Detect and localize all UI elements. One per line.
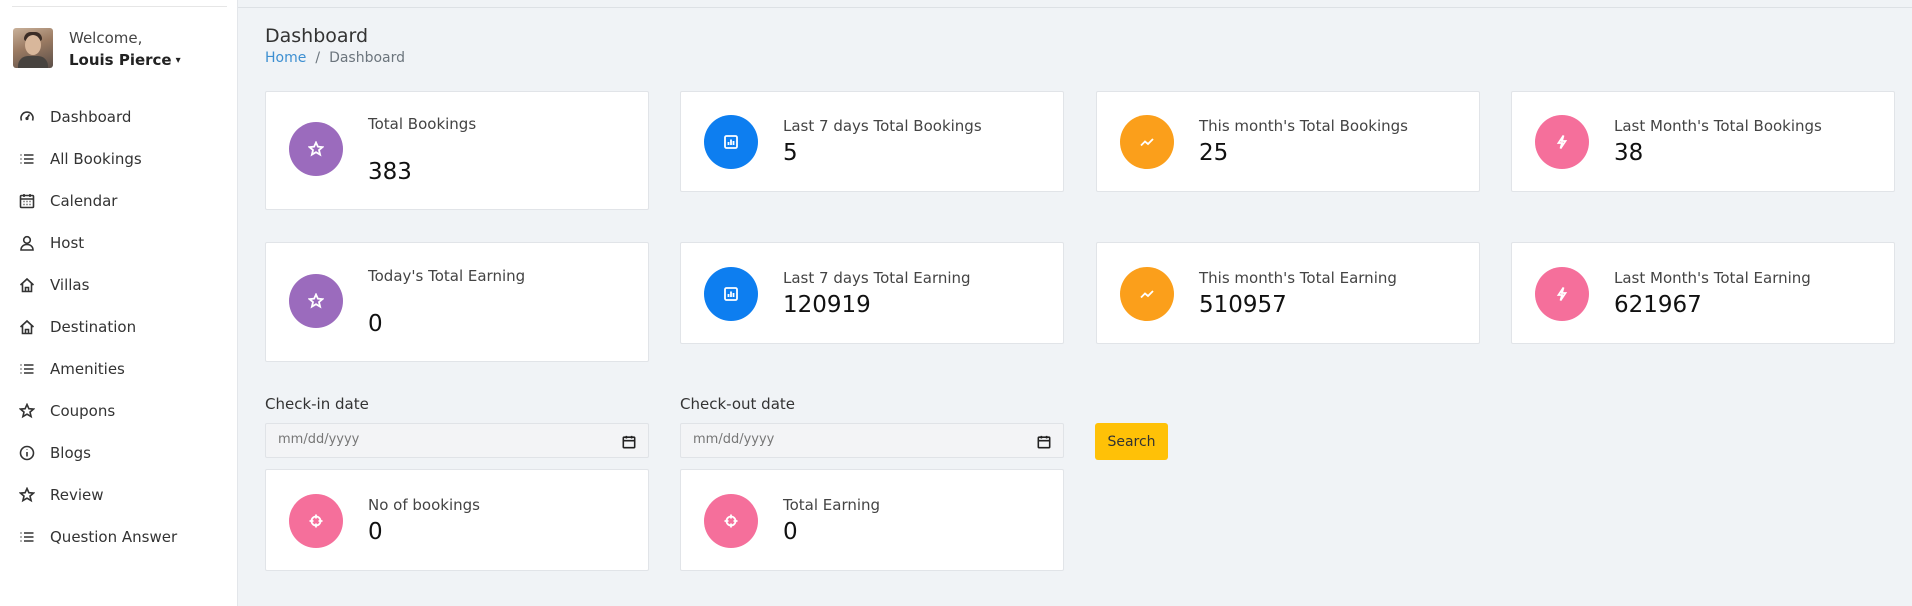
stat-value: 0 — [368, 311, 383, 337]
stat-label: Last Month's Total Bookings — [1614, 117, 1822, 135]
result-label: Total Earning — [783, 496, 881, 514]
stat-label: This month's Total Earning — [1199, 269, 1397, 287]
stat-card-lastmonth-bookings: Last Month's Total Bookings 38 — [1511, 91, 1895, 192]
stat-card-last7-bookings: Last 7 days Total Bookings 5 — [680, 91, 1064, 192]
checkout-placeholder: mm/dd/yyyy — [693, 432, 775, 447]
sidebar-item-label: Host — [50, 234, 85, 252]
sidebar-item-question-answer[interactable]: Question Answer — [0, 516, 238, 558]
welcome-text: Welcome, — [69, 29, 143, 47]
stat-label: Last 7 days Total Bookings — [783, 117, 982, 135]
sidebar-item-blogs[interactable]: Blogs — [0, 432, 238, 474]
sidebar-item-dashboard[interactable]: Dashboard — [0, 96, 238, 138]
star-icon — [289, 274, 343, 328]
bolt-icon — [1535, 267, 1589, 321]
bar-chart-icon — [704, 267, 758, 321]
sidebar-item-coupons[interactable]: Coupons — [0, 390, 238, 432]
stat-label: Last 7 days Total Earning — [783, 269, 971, 287]
checkout-label: Check-out date — [680, 395, 795, 413]
stat-label: Last Month's Total Earning — [1614, 269, 1811, 287]
star-icon — [19, 403, 35, 419]
result-value: 0 — [783, 519, 798, 545]
stat-card-last7-earning: Last 7 days Total Earning 120919 — [680, 242, 1064, 344]
star-icon — [19, 487, 35, 503]
sidebar-item-label: Blogs — [50, 444, 91, 462]
stat-value: 120919 — [783, 292, 871, 318]
checkin-label: Check-in date — [265, 395, 369, 413]
result-label: No of bookings — [368, 496, 480, 514]
sidebar-item-label: Review — [50, 486, 104, 504]
sidebar-item-label: Calendar — [50, 192, 118, 210]
sidebar-item-label: All Bookings — [50, 150, 142, 168]
list-icon — [19, 151, 35, 167]
checkout-date-input[interactable]: mm/dd/yyyy — [680, 423, 1064, 458]
sidebar-item-amenities[interactable]: Amenities — [0, 348, 238, 390]
bar-chart-icon — [704, 115, 758, 169]
result-value: 0 — [368, 519, 383, 545]
crosshair-icon — [289, 494, 343, 548]
calendar-icon[interactable] — [1037, 434, 1051, 449]
topbar-divider — [238, 7, 1912, 8]
sidebar-item-review[interactable]: Review — [0, 474, 238, 516]
search-button[interactable]: Search — [1095, 423, 1168, 460]
list-icon — [19, 361, 35, 377]
stat-label: Total Bookings — [368, 115, 477, 133]
stat-label: This month's Total Bookings — [1199, 117, 1408, 135]
stat-value: 621967 — [1614, 292, 1702, 318]
list-icon — [19, 529, 35, 545]
sidebar-item-label: Amenities — [50, 360, 125, 378]
sidebar-item-host[interactable]: Host — [0, 222, 238, 264]
stat-label: Today's Total Earning — [368, 267, 526, 285]
stat-card-total-bookings: Total Bookings 383 — [265, 91, 649, 210]
breadcrumb-home-link[interactable]: Home — [265, 50, 306, 66]
breadcrumb-separator: / — [315, 50, 321, 66]
page-title: Dashboard — [265, 25, 369, 47]
user-name: Louis Pierce — [69, 51, 172, 69]
home-icon — [19, 277, 35, 293]
divider — [12, 6, 227, 7]
stat-value: 38 — [1614, 140, 1644, 166]
stat-value: 5 — [783, 140, 798, 166]
crosshair-icon — [704, 494, 758, 548]
stat-card-lastmonth-earning: Last Month's Total Earning 621967 — [1511, 242, 1895, 344]
breadcrumb: Home / Dashboard — [265, 50, 405, 66]
bolt-icon — [1535, 115, 1589, 169]
checkin-placeholder: mm/dd/yyyy — [278, 432, 360, 447]
sidebar-item-label: Question Answer — [50, 528, 178, 546]
caret-down-icon: ▾ — [175, 55, 181, 66]
avatar — [13, 28, 53, 68]
trend-icon — [1120, 115, 1174, 169]
stat-value: 383 — [368, 159, 412, 185]
stat-value: 25 — [1199, 140, 1229, 166]
sidebar-item-villas[interactable]: Villas — [0, 264, 238, 306]
sidebar-item-label: Dashboard — [50, 108, 132, 126]
stat-value: 510957 — [1199, 292, 1287, 318]
calendar-icon[interactable] — [622, 434, 636, 449]
sidebar: Welcome, Louis Pierce ▾ Dashboard All Boo… — [0, 0, 238, 606]
user-menu-toggle[interactable]: Louis Pierce ▾ — [69, 51, 181, 69]
info-icon — [19, 445, 35, 461]
gauge-icon — [19, 109, 35, 125]
trend-icon — [1120, 267, 1174, 321]
stat-card-today-earning: Today's Total Earning 0 — [265, 242, 649, 362]
result-card-earning: Total Earning 0 — [680, 469, 1064, 571]
breadcrumb-current: Dashboard — [329, 50, 406, 66]
calendar-icon — [19, 193, 35, 209]
sidebar-item-calendar[interactable]: Calendar — [0, 180, 238, 222]
stat-card-month-earning: This month's Total Earning 510957 — [1096, 242, 1480, 344]
result-card-bookings: No of bookings 0 — [265, 469, 649, 571]
sidebar-nav: Dashboard All Bookings Calendar Host Vil… — [0, 96, 238, 558]
home-icon — [19, 319, 35, 335]
sidebar-item-label: Coupons — [50, 402, 116, 420]
sidebar-item-destination[interactable]: Destination — [0, 306, 238, 348]
stat-card-month-bookings: This month's Total Bookings 25 — [1096, 91, 1480, 192]
sidebar-item-label: Destination — [50, 318, 137, 336]
sidebar-item-all-bookings[interactable]: All Bookings — [0, 138, 238, 180]
user-icon — [19, 235, 35, 251]
sidebar-item-label: Villas — [50, 276, 90, 294]
star-icon — [289, 122, 343, 176]
checkin-date-input[interactable]: mm/dd/yyyy — [265, 423, 649, 458]
